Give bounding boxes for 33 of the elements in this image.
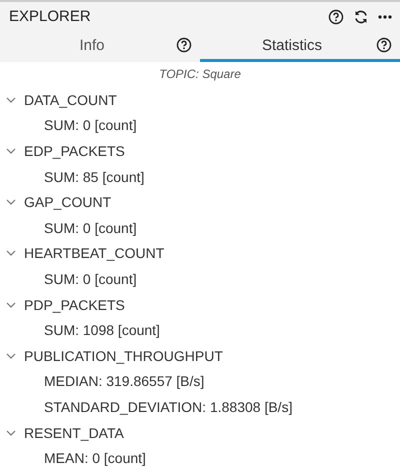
tree-node[interactable]: HEARTBEAT_COUNT: [24, 245, 164, 262]
tab-label: Info: [78, 36, 106, 54]
topic-label: TOPIC: Square: [158, 66, 242, 83]
statistic-value: SUM: 85 [count]: [44, 168, 144, 185]
tab-label: Statistics: [260, 36, 323, 54]
statistic-value: SUM: 0 [count]: [44, 117, 137, 134]
panel-title: EXPLORER: [9, 8, 92, 25]
chevron-icon[interactable]: [6, 197, 16, 208]
help-icon[interactable]: [176, 37, 192, 53]
tree-node[interactable]: PDP_PACKETS: [24, 296, 125, 313]
statistic-value: SUM: 0 [count]: [44, 220, 137, 236]
tab[interactable]: Info: [0, 31, 200, 62]
statistic-value: SUM: 0 [count]: [44, 270, 137, 287]
chevron-icon[interactable]: [6, 300, 16, 310]
tree-node[interactable]: PUBLICATION_THROUGHPUT: [24, 348, 223, 364]
refresh-icon[interactable]: [353, 8, 369, 24]
chevron-icon[interactable]: [6, 248, 16, 258]
tree-node[interactable]: GAP_COUNT: [24, 194, 112, 210]
statistic-value: SUM: 1098 [count]: [44, 322, 160, 338]
chevron-icon[interactable]: [6, 350, 16, 361]
tab[interactable]: Statistics: [200, 31, 400, 62]
chevron-icon[interactable]: [6, 428, 16, 438]
chevron-icon[interactable]: [6, 94, 16, 105]
more-icon[interactable]: [378, 14, 392, 18]
statistic-value: STANDARD_DEVIATION: 1.88308 [B/s]: [44, 398, 292, 415]
tree-node[interactable]: DATA_COUNT: [24, 92, 117, 108]
chevron-icon[interactable]: [6, 146, 16, 156]
tree-node[interactable]: RESENT_DATA: [24, 424, 124, 441]
tree-node[interactable]: EDP_PACKETS: [24, 142, 125, 159]
help-icon[interactable]: [376, 37, 392, 53]
help-icon[interactable]: [328, 8, 344, 24]
statistic-value: MEDIAN: 319.86557 [B/s]: [44, 373, 204, 390]
statistic-value: MEAN: 0 [count]: [44, 450, 146, 466]
